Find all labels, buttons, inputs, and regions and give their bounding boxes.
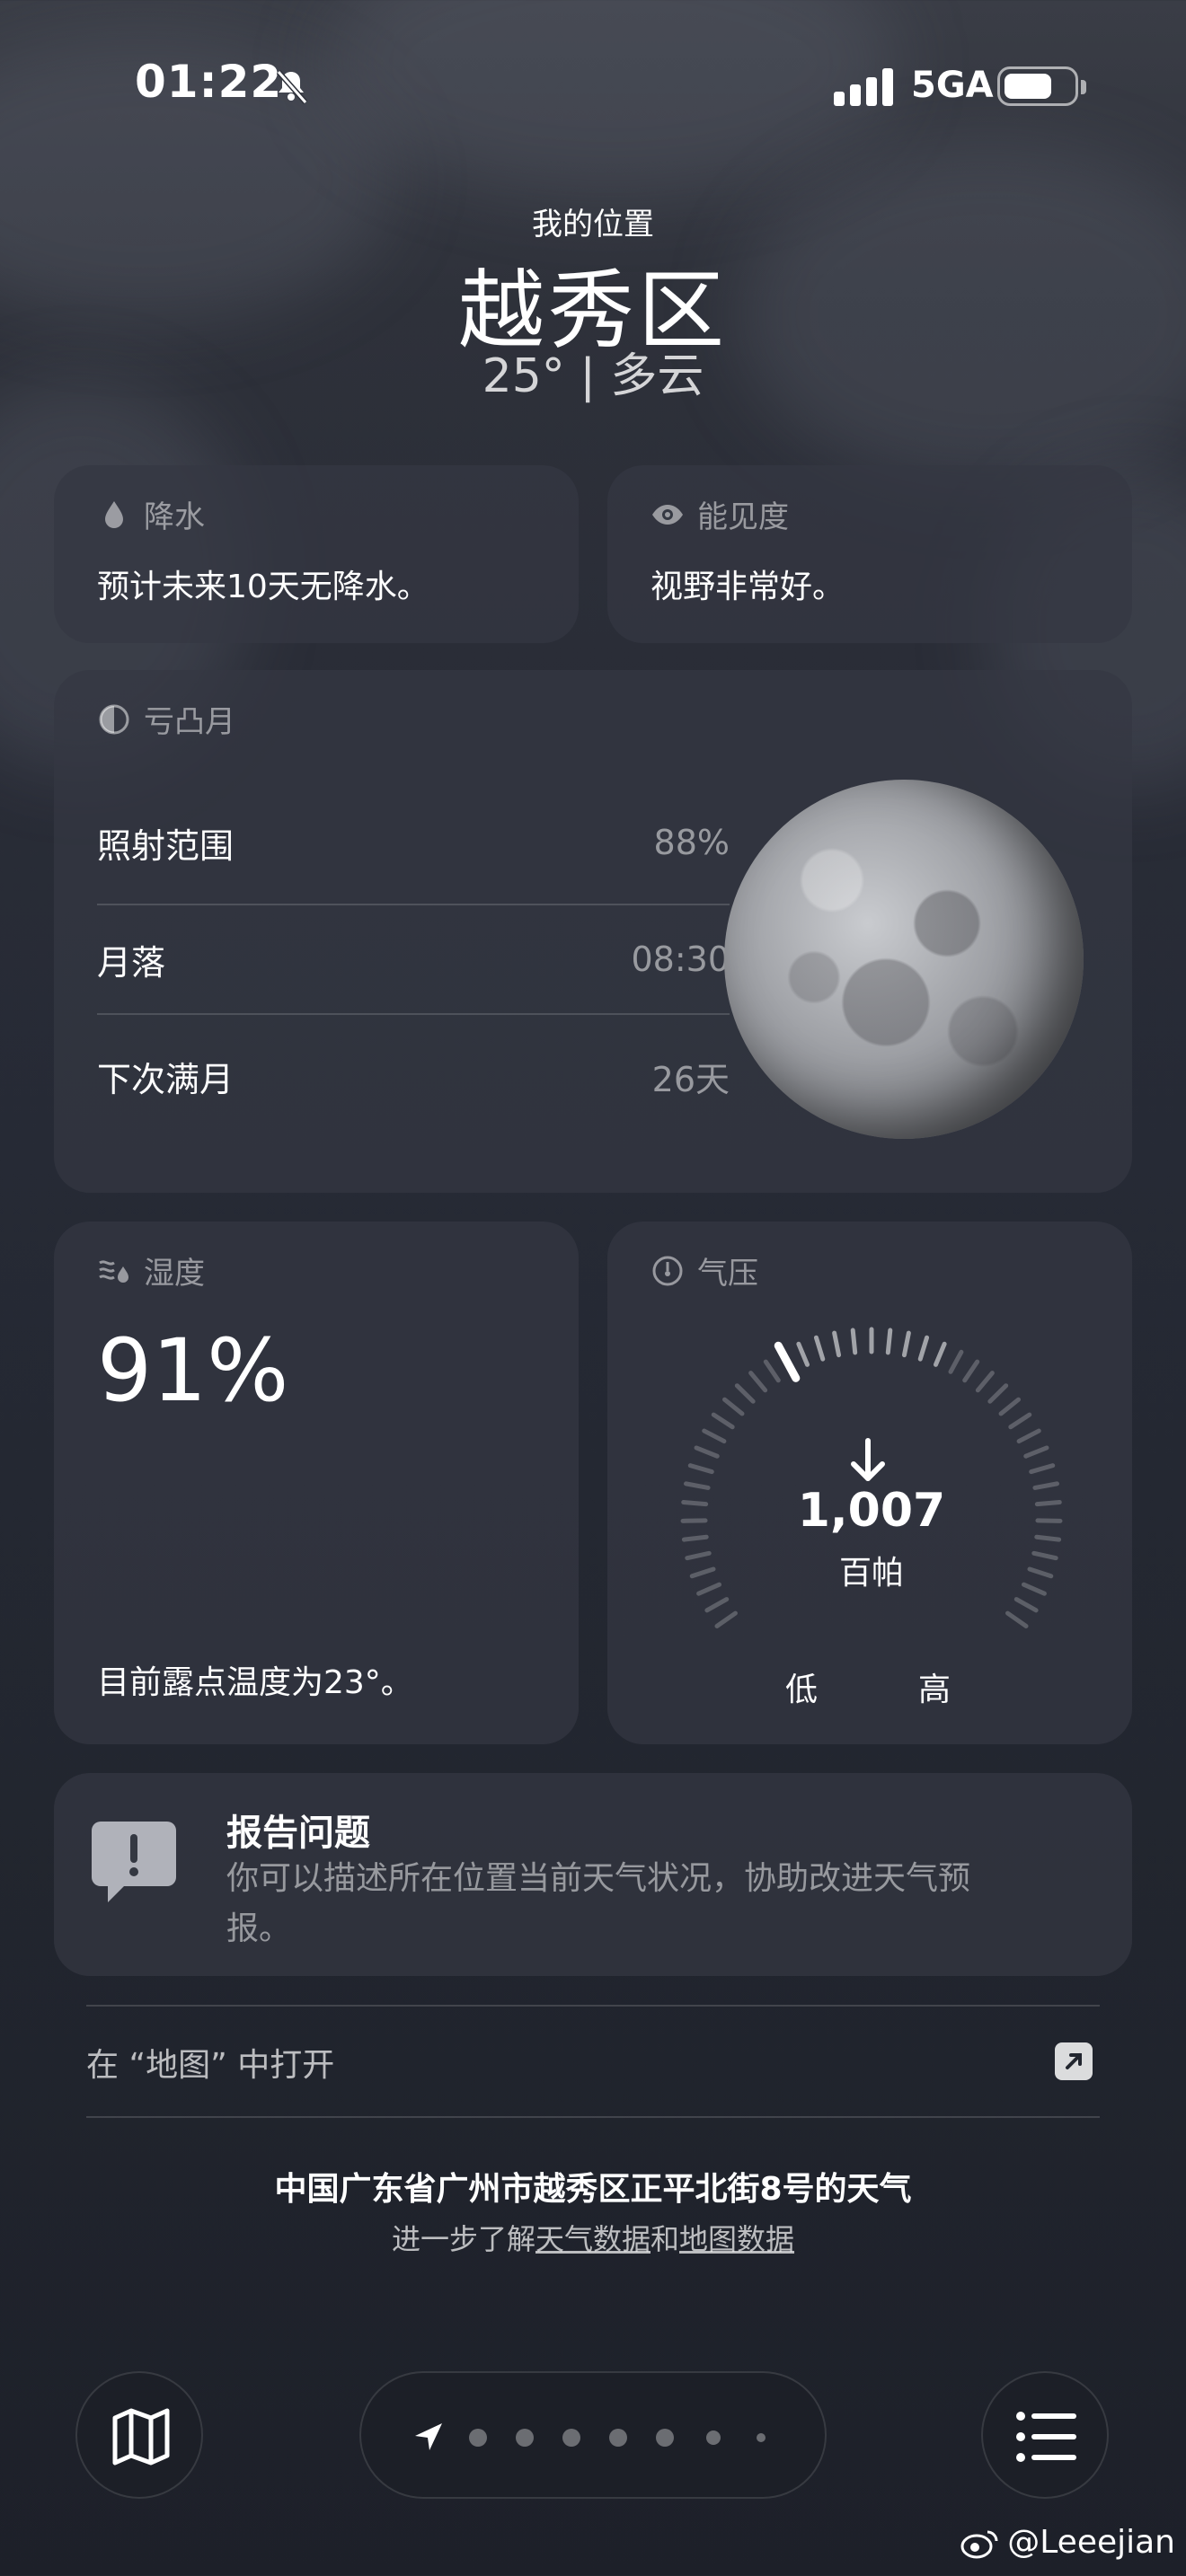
weibo-logo-icon bbox=[960, 2530, 998, 2558]
moon-row-label: 照射范围 bbox=[97, 825, 235, 866]
moon-image bbox=[724, 780, 1084, 1139]
gauge-tick bbox=[687, 1463, 714, 1475]
moon-row-label: 月落 bbox=[97, 942, 166, 983]
divider bbox=[86, 2005, 1100, 2007]
map-button[interactable] bbox=[75, 2371, 203, 2499]
precipitation-title: 降水 bbox=[144, 499, 205, 535]
pressure-title: 气压 bbox=[697, 1256, 758, 1292]
pressure-low-label: 低 bbox=[785, 1672, 819, 1708]
weather-location-address: 中国广东省广州市越秀区正平北街8号的天气 bbox=[274, 2171, 912, 2208]
gauge-tick bbox=[901, 1330, 911, 1358]
gauge-tick bbox=[975, 1371, 995, 1393]
precipitation-text: 预计未来10天无降水。 bbox=[97, 569, 429, 605]
moon-row-illumination: 照射范围 88% bbox=[97, 789, 730, 896]
gauge-tick bbox=[813, 1335, 826, 1362]
gauge-tick bbox=[734, 1383, 756, 1404]
humidity-value: 91% bbox=[97, 1320, 289, 1421]
precipitation-card[interactable]: 降水 预计未来10天无降水。 bbox=[54, 465, 579, 643]
gauge-tick bbox=[948, 1349, 964, 1374]
gauge-tick bbox=[933, 1341, 947, 1367]
gauge-tick bbox=[796, 1341, 810, 1367]
gauge-tick bbox=[987, 1383, 1009, 1404]
open-external-icon[interactable] bbox=[1055, 2042, 1093, 2080]
signal-strength-icon bbox=[834, 65, 897, 106]
report-title: 报告问题 bbox=[226, 1813, 370, 1854]
list-icon bbox=[1016, 2412, 1076, 2462]
humidity-card[interactable]: 湿度 91% 目前露点温度为23°。 bbox=[54, 1222, 579, 1744]
gauge-tick bbox=[721, 1397, 745, 1416]
gauge-tick bbox=[885, 1328, 893, 1355]
visibility-title: 能见度 bbox=[697, 499, 789, 535]
moon-row-next-full: 下次满月 26天 bbox=[97, 1022, 730, 1130]
location-pager[interactable] bbox=[359, 2371, 827, 2499]
gauge-tick bbox=[832, 1330, 842, 1358]
eye-icon bbox=[652, 504, 683, 525]
humidity-icon bbox=[99, 1259, 128, 1283]
gauge-tick bbox=[702, 1428, 727, 1444]
city-list-button[interactable] bbox=[981, 2371, 1109, 2499]
gauge-tick bbox=[1023, 1445, 1049, 1459]
humidity-title: 湿度 bbox=[144, 1256, 205, 1292]
gauge-tick bbox=[998, 1397, 1022, 1416]
dew-point-text: 目前露点温度为23°。 bbox=[97, 1664, 413, 1701]
map-data-link[interactable]: 地图数据 bbox=[679, 2222, 794, 2256]
report-bubble-icon bbox=[92, 1822, 176, 1902]
gauge-tick bbox=[1005, 1610, 1029, 1628]
gauge-tick bbox=[962, 1359, 980, 1383]
gauge-tick bbox=[704, 1597, 730, 1613]
open-in-maps-link[interactable]: 在 “地图” 中打开 bbox=[86, 2039, 334, 2086]
watermark: @Leeejian bbox=[960, 2524, 1175, 2561]
gauge-tick bbox=[748, 1371, 768, 1393]
moon-row-value: 08:30 bbox=[631, 940, 730, 979]
moon-row-value: 26天 bbox=[651, 1059, 730, 1099]
pressure-falling-arrow-icon bbox=[851, 1438, 885, 1481]
map-icon bbox=[112, 2408, 170, 2466]
status-time: 01:22 bbox=[135, 56, 283, 108]
learn-more-and: 和 bbox=[651, 2222, 680, 2256]
divider bbox=[86, 2116, 1100, 2118]
report-body: 你可以描述所在位置当前天气状况，协助改进天气预报。 bbox=[226, 1860, 971, 1947]
learn-more-line: 进一步了解天气数据和地图数据 bbox=[0, 2217, 1186, 2258]
pressure-value: 1,007 bbox=[797, 1484, 946, 1538]
moon-title: 亏凸月 bbox=[144, 704, 235, 740]
divider bbox=[97, 1013, 730, 1015]
visibility-card[interactable]: 能见度 视野非常好。 bbox=[607, 465, 1132, 643]
raindrop-icon bbox=[105, 500, 123, 528]
weather-data-link[interactable]: 天气数据 bbox=[535, 2222, 651, 2256]
watermark-text: @Leeejian bbox=[1007, 2524, 1175, 2561]
visibility-text: 视野非常好。 bbox=[651, 569, 845, 605]
gauge-marker bbox=[774, 1341, 801, 1382]
location-label: 我的位置 bbox=[532, 207, 654, 243]
gauge-tick bbox=[1008, 1412, 1032, 1430]
silent-bell-icon bbox=[276, 70, 308, 104]
gauge-icon bbox=[652, 1256, 683, 1285]
current-location-arrow-icon bbox=[415, 2423, 442, 2450]
battery-icon bbox=[997, 66, 1086, 106]
gauge-tick bbox=[1029, 1463, 1056, 1475]
gauge-tick bbox=[714, 1610, 738, 1628]
gauge-tick bbox=[694, 1445, 720, 1459]
gauge-tick bbox=[763, 1359, 781, 1383]
moon-phase-icon bbox=[99, 704, 129, 734]
moon-row-moonset: 月落 08:30 bbox=[97, 905, 730, 1013]
gauge-tick bbox=[917, 1335, 930, 1362]
gauge-tick bbox=[1016, 1428, 1041, 1444]
temperature-condition: 25° | 多云 bbox=[482, 349, 704, 403]
moon-row-value: 88% bbox=[653, 823, 730, 862]
gauge-tick bbox=[1013, 1597, 1039, 1613]
gauge-tick bbox=[850, 1328, 858, 1355]
gauge-tick bbox=[711, 1412, 735, 1430]
network-type: 5GA bbox=[911, 65, 994, 106]
pressure-unit: 百帕 bbox=[838, 1555, 904, 1592]
learn-more-prefix: 进一步了解 bbox=[391, 2222, 535, 2256]
moon-row-label: 下次满月 bbox=[97, 1059, 235, 1099]
pressure-high-label: 高 bbox=[918, 1672, 951, 1708]
